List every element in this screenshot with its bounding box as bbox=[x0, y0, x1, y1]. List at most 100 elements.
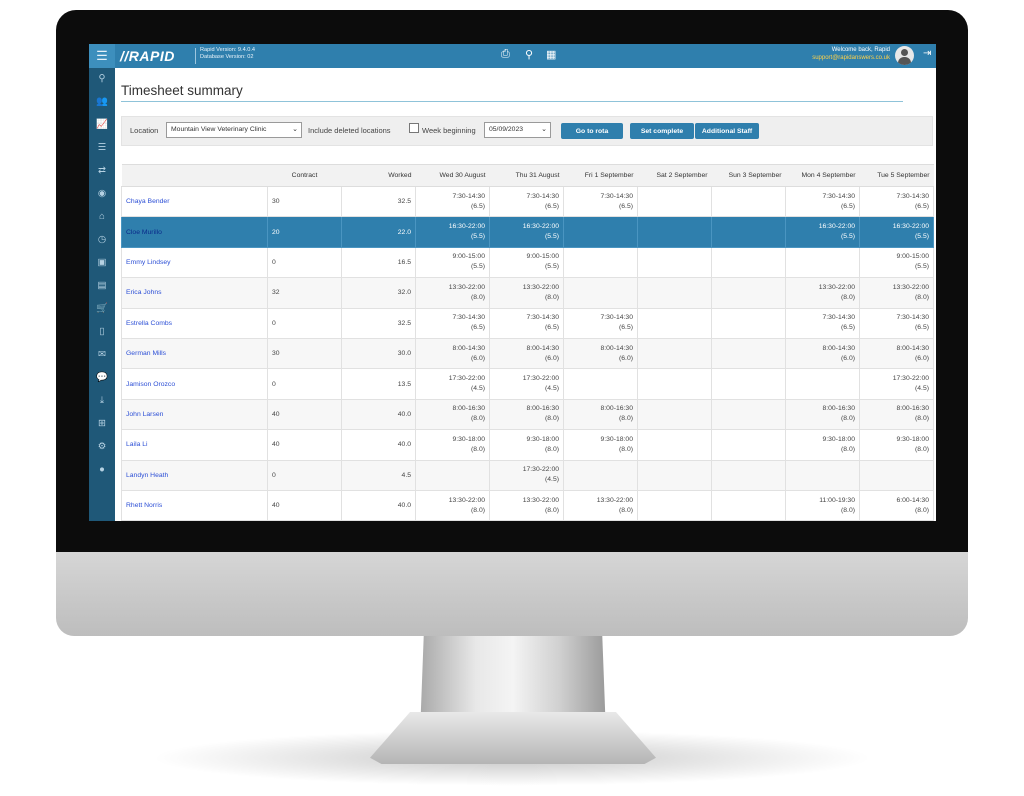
download-icon[interactable]: ⤓ bbox=[89, 395, 115, 406]
shift-cell[interactable] bbox=[711, 368, 786, 400]
document-icon[interactable]: ▯ bbox=[89, 326, 115, 337]
staff-name-link[interactable]: Estrella Combs bbox=[121, 307, 268, 339]
shift-cell[interactable]: 7:30-14:30 (6.5) bbox=[489, 185, 564, 218]
shift-cell[interactable]: 13:30-22:00 (8.0) bbox=[489, 277, 564, 309]
shift-cell[interactable] bbox=[711, 277, 786, 309]
shift-cell[interactable]: 13:30-22:00 (8.0) bbox=[859, 277, 934, 309]
shift-cell[interactable]: 7:30-14:30 (6.5) bbox=[785, 307, 860, 339]
shift-cell[interactable] bbox=[563, 216, 638, 248]
table-row[interactable]: John Larsen 40 40.0 8:00-16:30 (8.0) 8:00-16:… bbox=[121, 398, 934, 431]
shift-cell[interactable]: 8:00-16:30 (8.0) bbox=[563, 398, 638, 431]
go-to-rota-button[interactable]: Go to rota bbox=[561, 123, 623, 139]
apple-icon[interactable]: ● bbox=[89, 464, 115, 475]
table-row[interactable]: Rhett Norris 40 40.0 13:30-22:00 (8.0) 13:30-… bbox=[121, 489, 934, 521]
shift-cell[interactable] bbox=[711, 216, 786, 248]
shift-cell[interactable] bbox=[563, 246, 638, 279]
shift-cell[interactable]: 8:00-14:30 (6.0) bbox=[563, 337, 638, 370]
shift-cell[interactable]: 7:30-14:30 (6.5) bbox=[489, 307, 564, 339]
table-row[interactable]: Cloe Murillo 20 22.0 16:30-22:00 (5.5) 16:30-… bbox=[121, 216, 934, 248]
column-header-contract[interactable]: Contract bbox=[267, 164, 342, 187]
shift-cell[interactable]: 8:00-14:30 (6.0) bbox=[859, 337, 934, 370]
shift-cell[interactable]: 17:30-22:00 (4.5) bbox=[415, 368, 490, 400]
shift-cell[interactable]: 13:30-22:00 (8.0) bbox=[489, 489, 564, 521]
column-header-worked[interactable]: Worked bbox=[341, 164, 416, 187]
set-complete-button[interactable]: Set complete bbox=[630, 123, 694, 139]
shift-cell[interactable]: 8:00-16:30 (8.0) bbox=[785, 398, 860, 431]
shift-cell[interactable]: 17:30-22:00 (4.5) bbox=[489, 368, 564, 400]
column-header-day[interactable]: Fri 1 September bbox=[563, 164, 638, 187]
hamburger-menu-icon[interactable]: ☰ bbox=[89, 44, 115, 68]
shift-cell[interactable]: 13:30-22:00 (8.0) bbox=[415, 489, 490, 521]
shift-cell[interactable]: 9:00-15:00 (5.5) bbox=[415, 246, 490, 279]
shift-cell[interactable] bbox=[637, 277, 712, 309]
staff-name-link[interactable]: Cloe Murillo bbox=[121, 216, 268, 248]
table-row[interactable]: Erica Johns 32 32.0 13:30-22:00 (8.0) 13:30-2… bbox=[121, 277, 934, 309]
shift-cell[interactable]: 9:00-15:00 (5.5) bbox=[859, 246, 934, 279]
shift-cell[interactable] bbox=[859, 459, 934, 491]
shift-cell[interactable]: 7:30-14:30 (6.5) bbox=[859, 307, 934, 339]
shift-cell[interactable]: 13:30-22:00 (8.0) bbox=[785, 277, 860, 309]
column-header-day[interactable]: Thu 31 August bbox=[489, 164, 564, 187]
shift-cell[interactable] bbox=[637, 368, 712, 400]
staff-name-link[interactable]: Jamison Orozco bbox=[121, 368, 268, 400]
shift-cell[interactable]: 16:30-22:00 (5.5) bbox=[489, 216, 564, 248]
shift-cell[interactable]: 17:30-22:00 (4.5) bbox=[859, 368, 934, 400]
shift-cell[interactable]: 9:30-18:00 (8.0) bbox=[859, 429, 934, 461]
shift-cell[interactable]: 13:30-22:00 (8.0) bbox=[563, 489, 638, 521]
shift-cell[interactable] bbox=[563, 277, 638, 309]
logout-icon[interactable]: ⇥ bbox=[923, 48, 931, 59]
shift-cell[interactable] bbox=[563, 459, 638, 491]
shift-cell[interactable]: 8:00-14:30 (6.0) bbox=[785, 337, 860, 370]
staff-name-link[interactable]: John Larsen bbox=[121, 398, 268, 431]
shift-cell[interactable]: 6:00-14:30 (8.0) bbox=[859, 489, 934, 521]
avatar[interactable] bbox=[895, 46, 914, 65]
search-icon[interactable]: ⚲ bbox=[525, 48, 533, 61]
swap-icon[interactable]: ⇄ bbox=[89, 165, 115, 176]
mail-icon[interactable]: ✉ bbox=[89, 349, 115, 360]
vcard-icon[interactable]: ▤ bbox=[89, 280, 115, 291]
calendar-icon[interactable]: ▦ bbox=[546, 48, 556, 61]
shift-cell[interactable]: 9:30-18:00 (8.0) bbox=[563, 429, 638, 461]
shift-cell[interactable] bbox=[711, 337, 786, 370]
shift-cell[interactable]: 7:30-14:30 (6.5) bbox=[785, 185, 860, 218]
shift-cell[interactable]: 7:30-14:30 (6.5) bbox=[563, 307, 638, 339]
shift-cell[interactable] bbox=[637, 459, 712, 491]
shift-cell[interactable]: 9:30-18:00 (8.0) bbox=[415, 429, 490, 461]
shift-cell[interactable] bbox=[563, 368, 638, 400]
staff-name-link[interactable]: Rhett Norris bbox=[121, 489, 268, 521]
shift-cell[interactable]: 9:30-18:00 (8.0) bbox=[489, 429, 564, 461]
column-header-day[interactable]: Tue 5 September bbox=[859, 164, 934, 187]
shift-cell[interactable]: 16:30-22:00 (5.5) bbox=[859, 216, 934, 248]
shift-cell[interactable]: 16:30-22:00 (5.5) bbox=[785, 216, 860, 248]
shift-cell[interactable]: 9:00-15:00 (5.5) bbox=[489, 246, 564, 279]
table-row[interactable]: Estrella Combs 0 32.5 7:30-14:30 (6.5) 7:30-1… bbox=[121, 307, 934, 339]
table-row[interactable]: Jamison Orozco 0 13.5 17:30-22:00 (4.5) 17:30… bbox=[121, 368, 934, 400]
staff-name-link[interactable]: Landyn Heath bbox=[121, 459, 268, 491]
shift-cell[interactable] bbox=[711, 489, 786, 521]
users-icon[interactable]: 👥 bbox=[89, 96, 115, 107]
staff-name-link[interactable]: Chaya Bender bbox=[121, 185, 268, 218]
shift-cell[interactable] bbox=[711, 246, 786, 279]
shift-cell[interactable] bbox=[637, 185, 712, 218]
shift-cell[interactable] bbox=[711, 398, 786, 431]
table-row[interactable]: German Mills 30 30.0 8:00-14:30 (6.0) 8:00-14… bbox=[121, 337, 934, 370]
cogs-icon[interactable]: ⚙ bbox=[89, 441, 115, 452]
compass-icon[interactable]: ◉ bbox=[89, 188, 115, 199]
table-row[interactable]: Laila Li 40 40.0 9:30-18:00 (8.0) 9:30-18:00 (… bbox=[121, 429, 934, 461]
shift-cell[interactable] bbox=[711, 185, 786, 218]
shift-cell[interactable]: 7:30-14:30 (6.5) bbox=[859, 185, 934, 218]
shift-cell[interactable] bbox=[637, 429, 712, 461]
print-icon[interactable]: ⎙ bbox=[501, 48, 510, 61]
shift-cell[interactable] bbox=[785, 368, 860, 400]
shift-cell[interactable]: 7:30-14:30 (6.5) bbox=[415, 185, 490, 218]
column-header-day[interactable]: Sun 3 September bbox=[711, 164, 786, 187]
table-row[interactable]: Landyn Heath 0 4.5 17:30-22:00 (4.5) bbox=[121, 459, 934, 491]
shift-cell[interactable] bbox=[637, 489, 712, 521]
shift-cell[interactable] bbox=[711, 429, 786, 461]
table-row[interactable]: Chaya Bender 30 32.5 7:30-14:30 (6.5) 7:30-14… bbox=[121, 185, 934, 218]
additional-staff-button[interactable]: Additional Staff bbox=[695, 123, 759, 139]
shift-cell[interactable] bbox=[711, 307, 786, 339]
shift-cell[interactable]: 7:30-14:30 (6.5) bbox=[563, 185, 638, 218]
shift-cell[interactable]: 13:30-22:00 (8.0) bbox=[415, 277, 490, 309]
shift-cell[interactable] bbox=[711, 459, 786, 491]
